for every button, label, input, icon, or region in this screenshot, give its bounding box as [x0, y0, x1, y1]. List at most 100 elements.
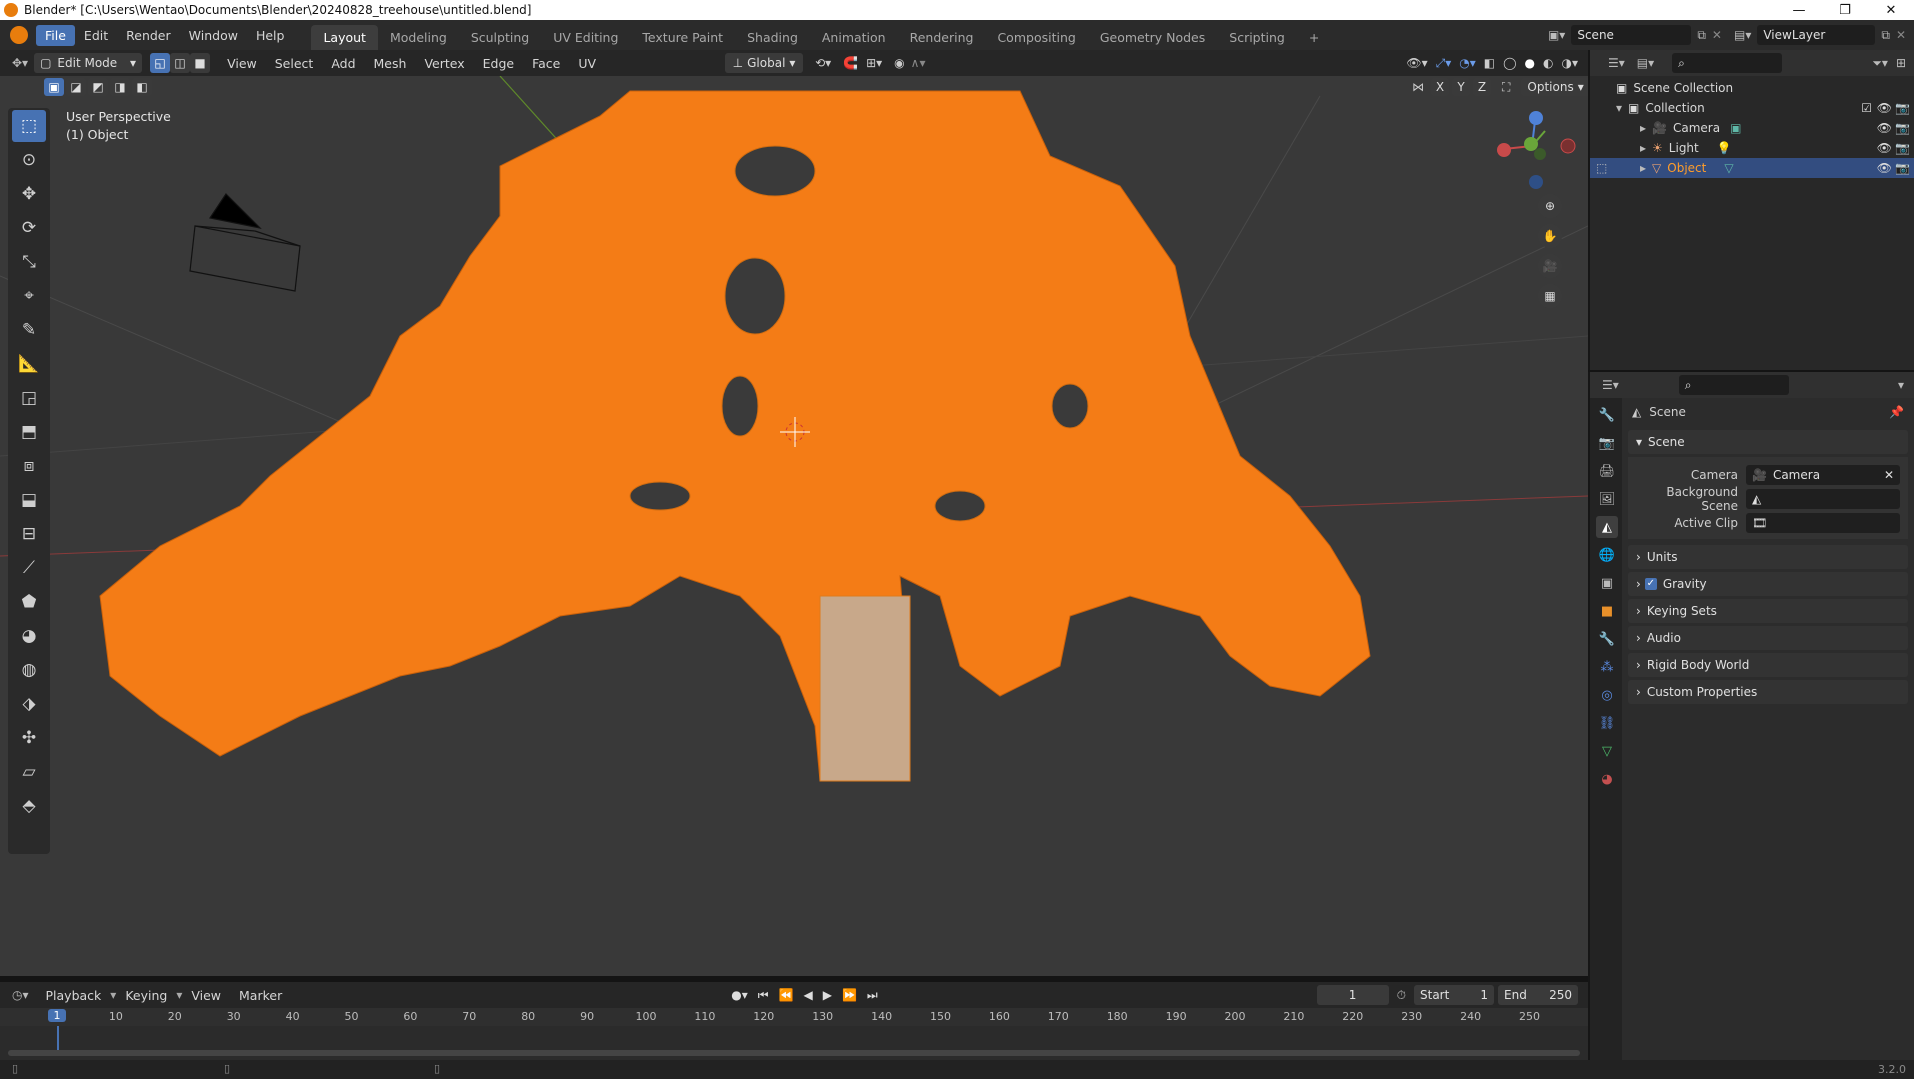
expand-arrow-icon[interactable]: ▸ — [1640, 161, 1646, 175]
tab-uv-editing[interactable]: UV Editing — [541, 25, 630, 50]
add-cube-tool-icon[interactable]: ◲ — [12, 382, 46, 414]
collection-row[interactable]: ▾ ▣ Collection ☑ 👁 📷 — [1590, 98, 1914, 118]
shrink-fatten-tool-icon[interactable]: ✣ — [12, 722, 46, 754]
camera-field[interactable]: 🎥 Camera ✕ — [1746, 465, 1900, 485]
zoom-icon[interactable]: ⊕ — [1538, 194, 1562, 218]
render-camera-icon[interactable]: 📷 — [1895, 101, 1910, 115]
editor-type-icon[interactable]: ✥▾ — [12, 56, 28, 70]
object-tab-icon[interactable]: ■ — [1596, 600, 1618, 622]
tab-scripting[interactable]: Scripting — [1217, 25, 1297, 50]
material-shading-icon[interactable]: ◐ — [1543, 56, 1553, 70]
visibility-eye-icon[interactable]: 👁 — [1877, 101, 1892, 115]
jump-start-icon[interactable]: ⏮ — [758, 988, 769, 1003]
timeline-scrollbar[interactable] — [8, 1050, 1580, 1056]
auto-merge-icon[interactable]: ⛶ — [1502, 80, 1510, 95]
measure-tool-icon[interactable]: 📐 — [12, 348, 46, 380]
rendered-shading-icon[interactable]: ◑▾ — [1562, 56, 1579, 70]
view-layer-tab-icon[interactable]: 🖼 — [1596, 488, 1618, 510]
menu-timeline-view[interactable]: View — [182, 985, 230, 1006]
perspective-toggle-icon[interactable]: ▦ — [1538, 284, 1562, 308]
mode-dropdown[interactable]: ▢ Edit Mode ▾ — [34, 53, 143, 73]
face-select-button[interactable]: ■ — [190, 53, 211, 73]
keying-sets-panel-header[interactable]: › Keying Sets — [1628, 599, 1908, 623]
add-workspace-button[interactable]: + — [1297, 25, 1331, 50]
new-collection-icon[interactable]: ⊞ — [1896, 56, 1906, 70]
material-tab-icon[interactable]: ◕ — [1596, 768, 1618, 790]
edge-slide-tool-icon[interactable]: ⬗ — [12, 688, 46, 720]
close-button[interactable]: ✕ — [1868, 3, 1914, 18]
jump-end-icon[interactable]: ⏭ — [867, 988, 878, 1003]
snap-target-icon[interactable]: ⊞▾ — [866, 56, 882, 70]
proportional-edit-icon[interactable]: ◉ — [894, 56, 904, 70]
mirror-z-button[interactable]: Z — [1473, 78, 1491, 96]
edge-select-button[interactable]: ◫ — [170, 53, 191, 73]
chevron-down-icon[interactable]: ▾ — [1898, 378, 1904, 392]
overlay-icon[interactable]: ◔▾ — [1459, 56, 1476, 70]
scene-name-field[interactable]: Scene — [1571, 25, 1692, 45]
menu-render[interactable]: Render — [117, 25, 180, 46]
properties-editor-icon[interactable]: ☰▾ — [1602, 378, 1619, 392]
modifier-tab-icon[interactable]: 🔧 — [1596, 628, 1618, 650]
collection-tab-icon[interactable]: ▣ — [1596, 572, 1618, 594]
menu-edit[interactable]: Edit — [75, 25, 117, 46]
render-camera-icon[interactable]: 📷 — [1895, 141, 1910, 155]
cursor-tool-icon[interactable]: ⊙ — [12, 144, 46, 176]
rip-region-tool-icon[interactable]: ⬘ — [12, 790, 46, 822]
tab-modeling[interactable]: Modeling — [378, 25, 459, 50]
select-box-tool-icon[interactable]: ⬚ — [12, 110, 46, 142]
menu-add[interactable]: Add — [322, 53, 364, 74]
transform-tool-icon[interactable]: ⌖ — [12, 280, 46, 312]
mirror-x-button[interactable]: X — [1431, 78, 1449, 96]
tool-tab-icon[interactable]: 🔧 — [1596, 404, 1618, 426]
filter-icon[interactable]: ⏷▾ — [1872, 56, 1888, 71]
view-layer-icon[interactable]: ▤▾ — [1734, 28, 1751, 42]
render-tab-icon[interactable]: 📷 — [1596, 432, 1618, 454]
playhead-marker[interactable]: 1 — [48, 1009, 66, 1022]
constraints-tab-icon[interactable]: ⛓ — [1596, 712, 1618, 734]
falloff-icon[interactable]: ∧▾ — [911, 56, 926, 70]
move-tool-icon[interactable]: ✥ — [12, 178, 46, 210]
current-frame-field[interactable]: 1 — [1316, 985, 1389, 1005]
preview-range-icon[interactable]: ⏱ — [1397, 988, 1406, 1003]
timeline-area[interactable]: 1 10 20 30 40 50 60 70 80 90 100 110 120 130 140 150 160… — [0, 1008, 1588, 1060]
expand-arrow-icon[interactable]: ▸ — [1640, 121, 1646, 135]
expand-arrow-icon[interactable]: ▾ — [1616, 101, 1622, 115]
gravity-checkbox[interactable]: ✓ — [1644, 578, 1657, 590]
clear-icon[interactable]: ✕ — [1884, 468, 1894, 482]
display-mode-icon[interactable]: ▤▾ — [1637, 56, 1654, 70]
frame-ruler[interactable]: 1 10 20 30 40 50 60 70 80 90 100 110 120 130 140 150 160… — [0, 1008, 1588, 1056]
select-intersect-button[interactable]: ◧ — [132, 78, 152, 96]
scene-collection-row[interactable]: ▣ Scene Collection — [1590, 78, 1914, 98]
outliner-search-input[interactable]: ⌕ — [1672, 53, 1783, 73]
rigid-body-world-panel-header[interactable]: › Rigid Body World — [1628, 653, 1908, 677]
menu-window[interactable]: Window — [180, 25, 247, 46]
tab-layout[interactable]: Layout — [311, 25, 378, 50]
bevel-tool-icon[interactable]: ⬓ — [12, 484, 46, 516]
render-camera-icon[interactable]: 📷 — [1895, 121, 1910, 135]
physics-tab-icon[interactable]: ◎ — [1596, 684, 1618, 706]
menu-playback[interactable]: Playback — [37, 985, 111, 1006]
menu-file[interactable]: File — [36, 24, 75, 46]
menu-help[interactable]: Help — [247, 25, 294, 46]
menu-mesh[interactable]: Mesh — [365, 53, 416, 74]
options-dropdown[interactable]: Options ▾ — [1521, 78, 1588, 96]
pan-hand-icon[interactable]: ✋ — [1538, 224, 1562, 248]
xray-icon[interactable]: ◧ — [1484, 56, 1495, 70]
units-panel-header[interactable]: › Units — [1628, 545, 1908, 569]
start-frame-field[interactable]: Start 1 — [1414, 985, 1494, 1005]
menu-face[interactable]: Face — [523, 53, 569, 74]
visibility-eye-icon[interactable]: 👁 — [1877, 121, 1892, 135]
maximize-button[interactable]: ❐ — [1822, 3, 1868, 18]
output-tab-icon[interactable]: 🖨 — [1596, 460, 1618, 482]
pivot-point-icon[interactable]: ⟲▾ — [815, 56, 831, 70]
data-tab-icon[interactable]: ▽ — [1596, 740, 1618, 762]
camera-view-icon[interactable]: 🎥 — [1538, 254, 1562, 278]
background-scene-field[interactable]: ◭ — [1746, 489, 1900, 509]
menu-edge[interactable]: Edge — [474, 53, 523, 74]
tab-compositing[interactable]: Compositing — [985, 25, 1087, 50]
loop-cut-tool-icon[interactable]: ⊟ — [12, 518, 46, 550]
area-divider[interactable] — [0, 976, 1588, 982]
edit-mode-indicator-icon[interactable]: ⬚ — [1596, 161, 1607, 175]
select-subtract-button[interactable]: ◩ — [88, 78, 108, 96]
select-extend-button[interactable]: ◪ — [66, 78, 86, 96]
